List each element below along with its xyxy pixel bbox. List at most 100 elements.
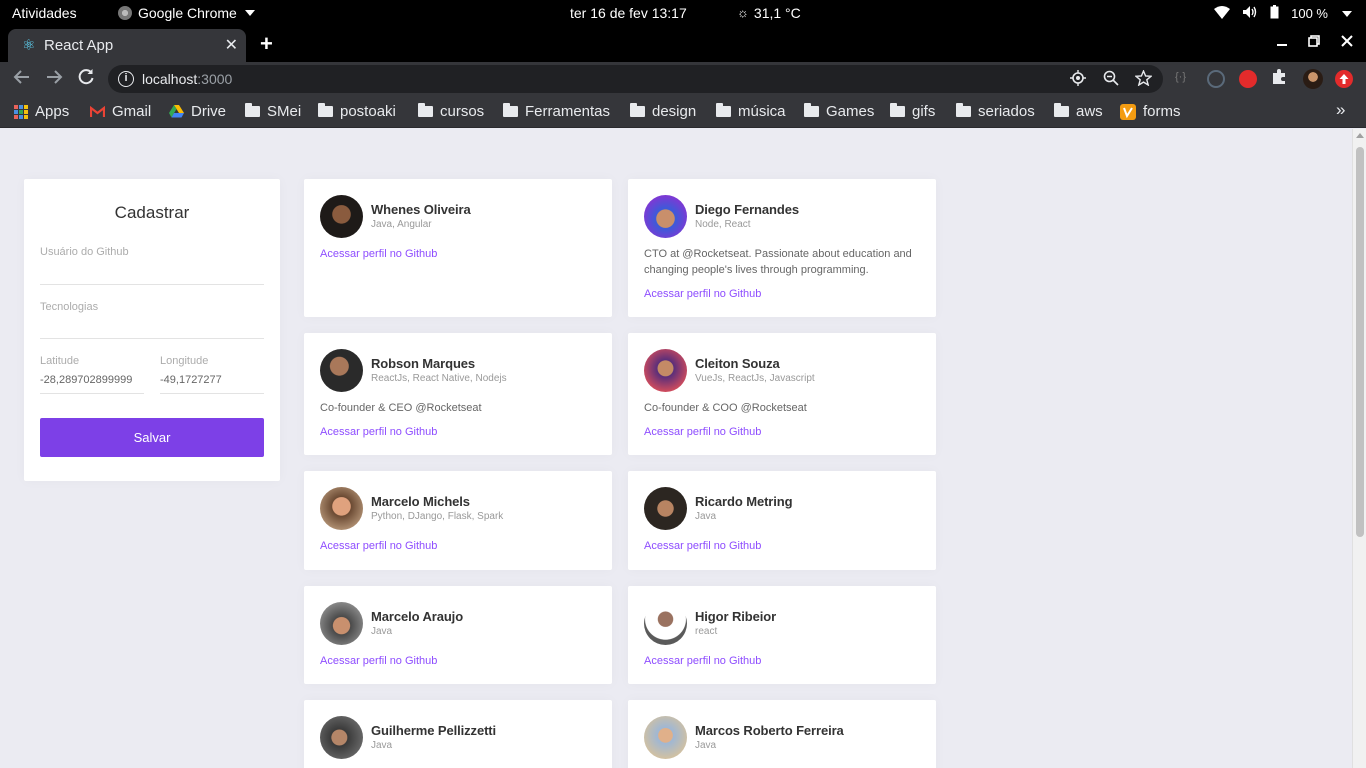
back-arrow-icon[interactable] (13, 68, 31, 91)
dev-name: Guilherme Pellizzetti (371, 723, 497, 738)
app-menu[interactable]: Google Chrome (118, 5, 255, 21)
bookmark-games[interactable]: Games (804, 103, 874, 120)
dev-name: Robson Marques (371, 356, 476, 371)
bookmark-gmail[interactable]: Gmail (90, 103, 151, 120)
extension-braces-icon[interactable]: {·} (1175, 71, 1193, 89)
dev-card: Higor Ribeior react Acessar perfil no Gi… (628, 586, 936, 684)
bookmark-design[interactable]: design (630, 103, 696, 120)
github-profile-link[interactable]: Acessar perfil no Github (644, 426, 761, 438)
bookmark-ferramentas[interactable]: Ferramentas (503, 103, 610, 120)
techs-input[interactable] (40, 318, 264, 336)
dev-techs: Node, React (695, 219, 751, 230)
folder-icon (418, 103, 433, 117)
react-icon: ⚛ (22, 37, 36, 54)
bookmark-seriados[interactable]: seriados (956, 103, 1035, 120)
extension-hand-icon[interactable] (1239, 70, 1257, 88)
dev-name: Ricardo Metring (695, 494, 793, 509)
tab-react-app[interactable]: ⚛ React App ✕ (8, 29, 246, 62)
folder-icon (630, 103, 645, 117)
url-text[interactable]: localhost:3000 (142, 71, 232, 87)
zoom-icon[interactable] (1103, 70, 1119, 90)
github-profile-link[interactable]: Acessar perfil no Github (320, 655, 437, 667)
bookmark-cursos[interactable]: cursos (418, 103, 484, 120)
clock[interactable]: ter 16 de fev 13:17 (570, 5, 687, 21)
bookmark-aws[interactable]: aws (1054, 103, 1103, 120)
avatar (320, 195, 363, 238)
bookmark-musica[interactable]: música (716, 103, 786, 120)
dev-bio: CTO at @Rocketseat. Passionate about edu… (644, 248, 912, 276)
github-profile-link[interactable]: Acessar perfil no Github (320, 426, 437, 438)
update-arrow-icon[interactable] (1335, 70, 1353, 88)
chrome-icon (118, 6, 132, 20)
scrollbar-thumb[interactable] (1356, 147, 1364, 537)
github-profile-link[interactable]: Acessar perfil no Github (644, 540, 761, 552)
bookmark-smei[interactable]: SMei (245, 103, 301, 120)
new-tab-button[interactable]: + (260, 31, 273, 57)
gmail-icon (90, 105, 105, 117)
volume-icon (1242, 5, 1258, 22)
bookmark-forms[interactable]: forms (1120, 103, 1181, 120)
dev-bio: Co-founder & CEO @Rocketseat (320, 402, 482, 414)
latitude-input[interactable]: -28,289702899999 (40, 374, 132, 386)
profile-avatar[interactable] (1303, 69, 1323, 89)
more-bookmarks-chevron-icon[interactable]: » (1336, 100, 1345, 120)
techs-underline (40, 338, 264, 339)
dev-techs: Java (371, 626, 393, 637)
reload-icon[interactable] (77, 68, 95, 91)
bookmark-postoaki[interactable]: postoaki (318, 103, 396, 120)
dev-techs: Python, DJango, Flask, Spark (371, 511, 504, 522)
dev-card: Marcelo Michels Python, DJango, Flask, S… (304, 471, 612, 570)
page-scrollbar[interactable] (1352, 129, 1366, 768)
dev-techs: Java (371, 740, 393, 751)
bookmark-star-icon[interactable] (1134, 69, 1153, 90)
dev-techs: Java (695, 511, 717, 522)
dev-name: Whenes Oliveira (371, 202, 471, 217)
system-menu[interactable]: 100 % (1214, 5, 1352, 22)
dev-techs: Java (695, 740, 717, 751)
github-profile-link[interactable]: Acessar perfil no Github (644, 655, 761, 667)
dev-name: Marcelo Michels (371, 494, 470, 509)
close-tab-icon[interactable]: ✕ (225, 35, 238, 55)
forward-arrow-icon[interactable] (45, 68, 63, 91)
github-user-input[interactable] (40, 263, 264, 281)
latitude-label: Latitude (40, 355, 80, 367)
dev-name: Marcelo Araujo (371, 609, 464, 624)
tab-strip: ⚛ React App ✕ + (0, 27, 1366, 62)
techs-label: Tecnologias (40, 301, 99, 313)
info-icon[interactable]: i (118, 71, 134, 87)
avatar (644, 349, 687, 392)
longitude-underline (160, 393, 264, 394)
save-button[interactable]: Salvar (40, 418, 264, 457)
bookmarks-bar: Apps Gmail Drive SMei postoaki cursos Fe… (0, 96, 1366, 128)
weather-sun-icon: ☼ (737, 5, 749, 20)
address-bar[interactable]: i localhost:3000 (108, 65, 1163, 93)
github-profile-link[interactable]: Acessar perfil no Github (644, 288, 761, 300)
bookmark-apps[interactable]: Apps (14, 103, 69, 120)
longitude-input[interactable]: -49,1727277 (160, 374, 222, 386)
minimize-icon[interactable] (1276, 34, 1288, 51)
dev-card: Marcelo Araujo Java Acessar perfil no Gi… (304, 586, 612, 684)
folder-icon (318, 103, 333, 117)
activities-button[interactable]: Atividades (12, 5, 77, 21)
dev-card: Diego Fernandes Node, React CTO at @Rock… (628, 179, 936, 317)
dev-card: Guilherme Pellizzetti Java (304, 700, 612, 768)
dev-card: Whenes Oliveira Java, Angular Acessar pe… (304, 179, 612, 317)
weather[interactable]: ☼ 31,1 °C (737, 5, 801, 21)
extension-refresh-icon[interactable] (1207, 70, 1225, 88)
dev-card: Ricardo Metring Java Acessar perfil no G… (628, 471, 936, 570)
dev-techs: ReactJs, React Native, Nodejs (371, 373, 507, 384)
github-profile-link[interactable]: Acessar perfil no Github (320, 540, 437, 552)
restore-icon[interactable] (1308, 34, 1320, 51)
bookmark-drive[interactable]: Drive (169, 103, 226, 120)
extensions-puzzle-icon[interactable] (1271, 68, 1289, 86)
scroll-up-arrow-icon[interactable] (1356, 133, 1364, 138)
form-title: Cadastrar (114, 203, 190, 222)
location-target-icon[interactable] (1070, 70, 1086, 90)
github-profile-link[interactable]: Acessar perfil no Github (320, 248, 437, 260)
browser-toolbar: i localhost:3000 {·} (0, 62, 1366, 96)
github-user-underline (40, 284, 264, 285)
bookmark-gifs[interactable]: gifs (890, 103, 935, 120)
battery-percent: 100 % (1291, 6, 1328, 21)
folder-icon (804, 103, 819, 117)
close-window-icon[interactable] (1341, 34, 1353, 51)
